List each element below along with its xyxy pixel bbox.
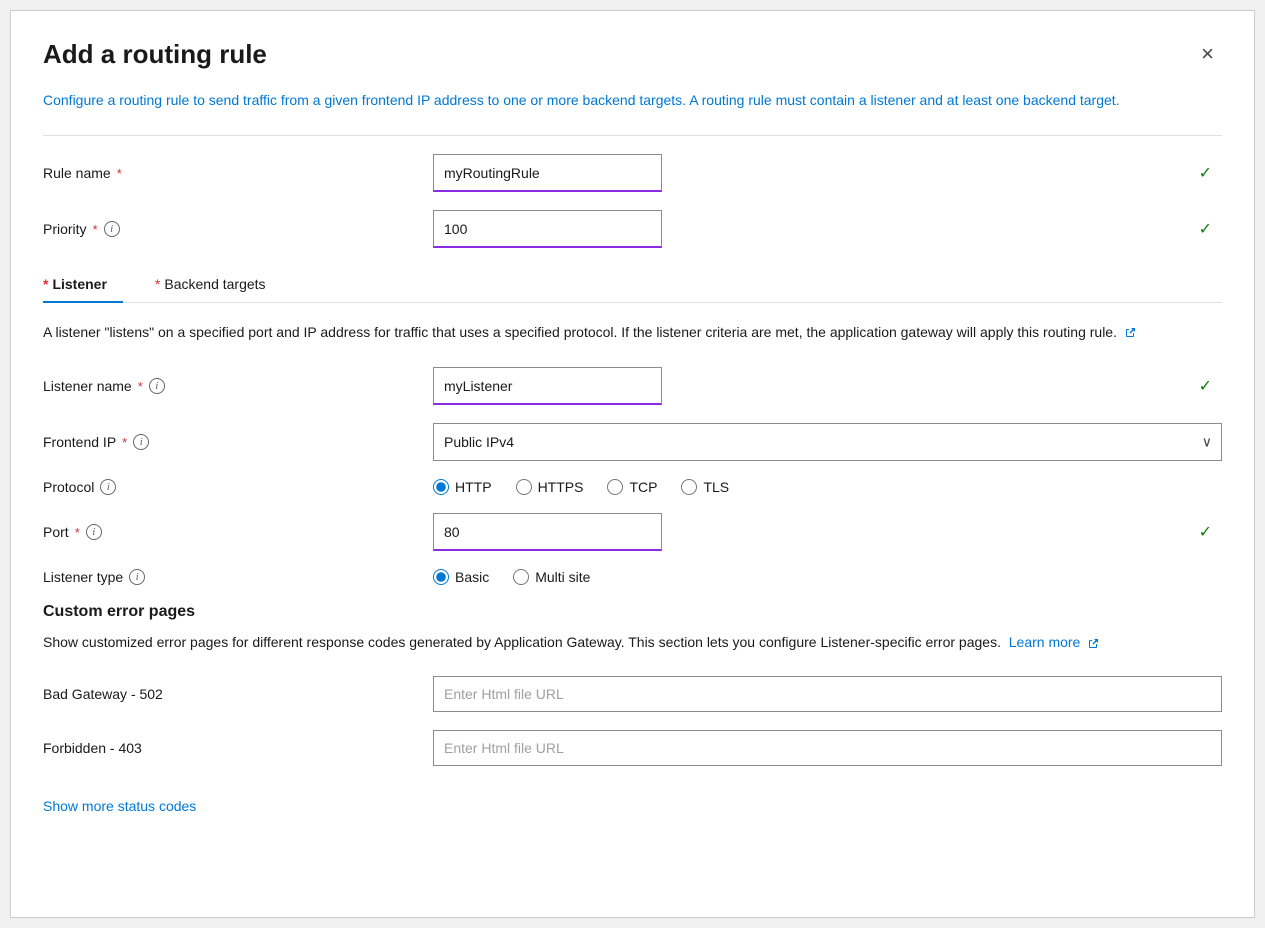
listener-type-radio-group: Basic Multi site	[433, 569, 590, 585]
protocol-https-label[interactable]: HTTPS	[516, 479, 584, 495]
forbidden-label: Forbidden - 403	[43, 740, 433, 756]
tab-backend-targets[interactable]: * Backend targets	[155, 266, 282, 302]
listener-description: A listener "listens" on a specified port…	[43, 321, 1222, 343]
rule-name-check-icon: ✓	[1199, 163, 1212, 183]
frontend-ip-required: *	[122, 435, 127, 450]
priority-check-icon: ✓	[1199, 219, 1212, 239]
frontend-ip-info-icon[interactable]: i	[133, 434, 149, 450]
forbidden-row: Forbidden - 403	[43, 730, 1222, 766]
priority-input[interactable]	[433, 210, 662, 248]
frontend-ip-select-wrapper: Public IPv4 Private IPv4 ∨	[433, 423, 1222, 461]
protocol-http-radio[interactable]	[433, 479, 449, 495]
forbidden-url-input[interactable]	[433, 730, 1222, 766]
listener-type-multisite-radio[interactable]	[513, 569, 529, 585]
port-input[interactable]	[433, 513, 662, 551]
show-more-status-codes-link[interactable]: Show more status codes	[43, 798, 196, 814]
priority-required: *	[93, 222, 98, 237]
dialog-description: Configure a routing rule to send traffic…	[43, 90, 1222, 111]
port-row: Port * i ✓	[43, 513, 1222, 551]
listener-name-required: *	[138, 379, 143, 394]
listener-name-label: Listener name * i	[43, 378, 433, 394]
divider-top	[43, 135, 1222, 136]
rule-name-row: Rule name * ✓	[43, 154, 1222, 192]
listener-learn-more-link[interactable]	[1121, 324, 1136, 340]
priority-input-wrapper: ✓	[433, 210, 1222, 248]
port-check-icon: ✓	[1199, 522, 1212, 542]
protocol-tcp-radio[interactable]	[607, 479, 623, 495]
tab-listener[interactable]: * Listener	[43, 266, 123, 302]
rule-name-input-wrapper: ✓	[433, 154, 1222, 192]
listener-type-basic-radio[interactable]	[433, 569, 449, 585]
port-input-wrapper: ✓	[433, 513, 1222, 551]
frontend-ip-select[interactable]: Public IPv4 Private IPv4	[433, 423, 1222, 461]
port-info-icon[interactable]: i	[86, 524, 102, 540]
listener-name-row: Listener name * i ✓	[43, 367, 1222, 405]
bad-gateway-label: Bad Gateway - 502	[43, 686, 433, 702]
tabs-row: * Listener * Backend targets	[43, 266, 1222, 303]
bad-gateway-url-input[interactable]	[433, 676, 1222, 712]
priority-row: Priority * i ✓	[43, 210, 1222, 248]
priority-info-icon[interactable]: i	[104, 221, 120, 237]
protocol-https-radio[interactable]	[516, 479, 532, 495]
protocol-label: Protocol i	[43, 479, 433, 495]
bad-gateway-row: Bad Gateway - 502	[43, 676, 1222, 712]
listener-type-basic-label[interactable]: Basic	[433, 569, 489, 585]
port-required: *	[75, 525, 80, 540]
rule-name-label: Rule name *	[43, 165, 433, 181]
listener-name-info-icon[interactable]: i	[149, 378, 165, 394]
rule-name-input[interactable]	[433, 154, 662, 192]
listener-name-check-icon: ✓	[1199, 376, 1212, 396]
close-button[interactable]: ×	[1193, 39, 1222, 69]
listener-name-input[interactable]	[433, 367, 662, 405]
learn-more-link[interactable]: Learn more	[1009, 634, 1099, 650]
protocol-http-label[interactable]: HTTP	[433, 479, 492, 495]
dialog-title: Add a routing rule	[43, 39, 267, 70]
listener-type-multisite-label[interactable]: Multi site	[513, 569, 590, 585]
listener-type-info-icon[interactable]: i	[129, 569, 145, 585]
listener-name-input-wrapper: ✓	[433, 367, 1222, 405]
protocol-radio-group: HTTP HTTPS TCP TLS	[433, 479, 729, 495]
protocol-tls-radio[interactable]	[681, 479, 697, 495]
priority-label: Priority * i	[43, 221, 433, 237]
port-label: Port * i	[43, 524, 433, 540]
rule-name-required: *	[117, 166, 122, 181]
frontend-ip-label: Frontend IP * i	[43, 434, 433, 450]
protocol-tls-label[interactable]: TLS	[681, 479, 729, 495]
add-routing-rule-dialog: Add a routing rule × Configure a routing…	[10, 10, 1255, 918]
custom-error-pages-title: Custom error pages	[43, 603, 1222, 621]
dialog-header: Add a routing rule ×	[43, 39, 1222, 70]
frontend-ip-row: Frontend IP * i Public IPv4 Private IPv4…	[43, 423, 1222, 461]
protocol-info-icon[interactable]: i	[100, 479, 116, 495]
protocol-tcp-label[interactable]: TCP	[607, 479, 657, 495]
listener-type-label: Listener type i	[43, 569, 433, 585]
custom-error-pages-description: Show customized error pages for differen…	[43, 631, 1222, 653]
listener-type-row: Listener type i Basic Multi site	[43, 569, 1222, 585]
protocol-row: Protocol i HTTP HTTPS TCP TLS	[43, 479, 1222, 495]
